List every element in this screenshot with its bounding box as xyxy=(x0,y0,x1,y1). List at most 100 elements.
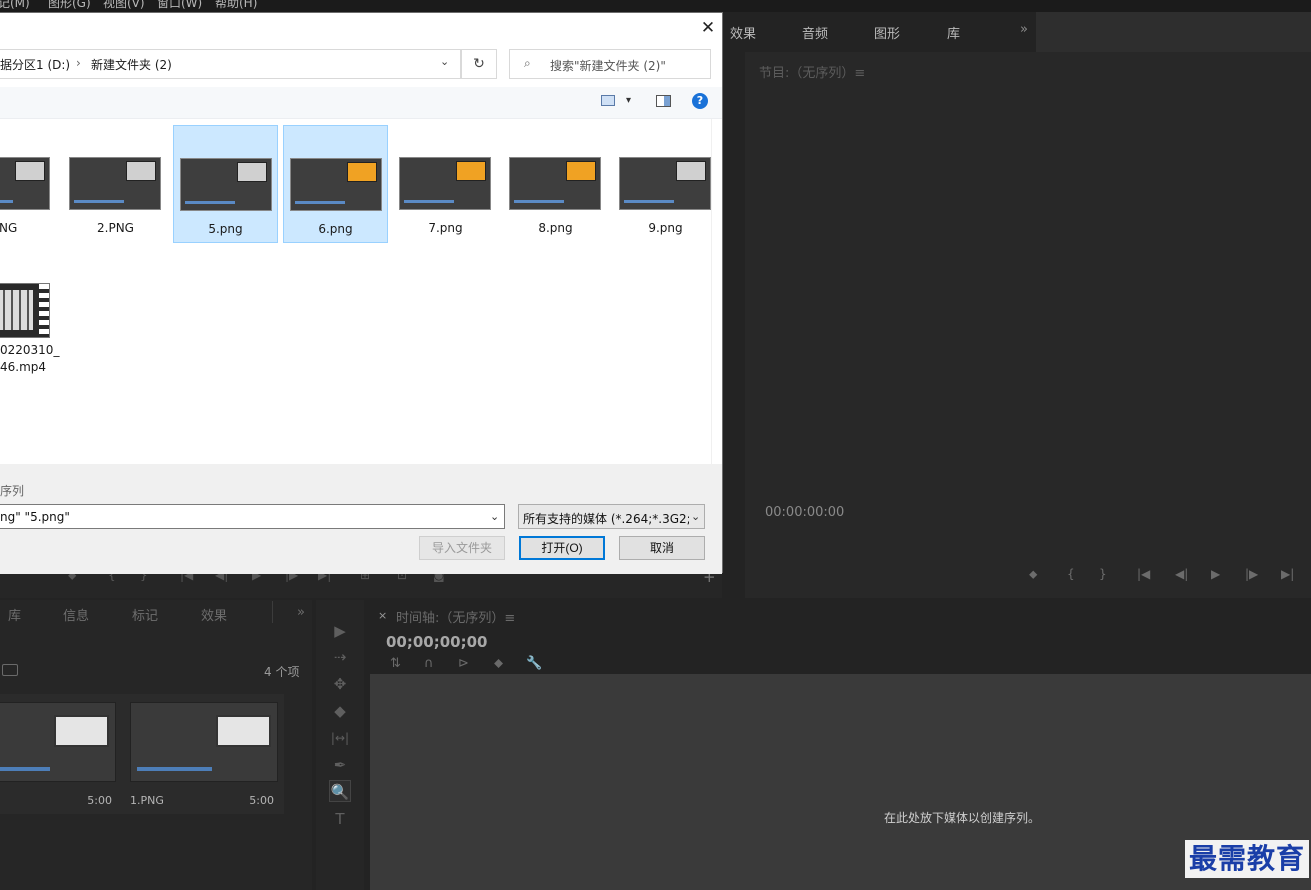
clip-duration: 5:00 xyxy=(87,794,112,807)
file-item[interactable]: 2.PNG xyxy=(63,125,168,243)
workspace-more-icon[interactable]: » xyxy=(1020,22,1028,37)
file-item-selected[interactable]: 6.png xyxy=(283,125,388,243)
clip-duration: 5:00 xyxy=(249,794,274,807)
timeline-drop-hint: 在此处放下媒体以创建序列。 xyxy=(884,811,1041,825)
chevron-down-icon[interactable]: ⌄ xyxy=(490,510,499,523)
file-thumbnail xyxy=(0,157,50,210)
timeline-drop-area[interactable] xyxy=(370,674,1311,890)
file-thumbnail xyxy=(69,157,161,210)
breadcrumb-folder[interactable]: 新建文件夹 (2) xyxy=(91,56,172,73)
preview-pane-icon[interactable] xyxy=(656,95,671,107)
app-menubar: 记(M) 图形(G) 视图(V) 窗口(W) 帮助(H) xyxy=(0,0,1311,12)
type-tool-icon[interactable]: T xyxy=(329,808,351,830)
add-marker-icon[interactable]: ⬥ xyxy=(1029,567,1037,582)
chevron-down-icon[interactable]: ⌄ xyxy=(691,510,700,523)
file-name: PNG xyxy=(0,221,18,235)
file-name: 2.PNG xyxy=(97,221,134,235)
view-mode-icon[interactable] xyxy=(601,95,615,106)
file-type-value: 所有支持的媒体 (*.264;*.3G2;* xyxy=(523,512,689,526)
view-dropdown-icon[interactable]: ▾ xyxy=(626,95,631,106)
tab-audio[interactable]: 音频 xyxy=(802,23,828,42)
file-item[interactable]: 8.png xyxy=(503,125,608,243)
file-thumbnail xyxy=(399,157,491,210)
snap-icon[interactable]: ∩ xyxy=(424,656,434,671)
file-item[interactable]: 7.png xyxy=(393,125,498,243)
project-clip[interactable]: 1.PNG 5:00 xyxy=(122,694,284,814)
add-marker-icon[interactable]: ⬥ xyxy=(494,656,503,671)
file-name: 6.png xyxy=(318,222,353,236)
menu-item-marker[interactable]: 记(M) xyxy=(0,0,30,11)
workspace-bar-fill xyxy=(1036,12,1311,52)
folder-icon[interactable] xyxy=(2,664,18,676)
go-to-out-icon[interactable]: ▶| xyxy=(1281,567,1294,581)
selection-tool-icon[interactable]: ▶ xyxy=(329,620,351,642)
chevron-down-icon[interactable]: ⌄ xyxy=(440,55,449,68)
menu-item-window[interactable]: 窗口(W) xyxy=(157,0,202,11)
program-transport-controls: ⬥ { } |◀ ◀| ▶ |▶ ▶| xyxy=(1015,567,1305,587)
import-file-dialog: ✕ 据分区1 (D:) › 新建文件夹 (2) ⌄ ↻ ⌕ 搜索"新建文件夹 (… xyxy=(0,12,723,574)
open-button[interactable]: 打开(O) xyxy=(519,536,605,560)
mark-out-icon[interactable]: } xyxy=(1099,567,1107,581)
razor-tool-icon[interactable]: ◆ xyxy=(329,700,351,722)
zoom-tool-icon[interactable]: 🔍 xyxy=(329,780,351,802)
track-select-tool-icon[interactable]: ⇢ xyxy=(329,646,351,668)
menu-item-view[interactable]: 视图(V) xyxy=(103,0,145,11)
tab-library[interactable]: 库 xyxy=(947,23,960,42)
nest-icon[interactable]: ⇅ xyxy=(390,656,401,671)
file-name: 9.png xyxy=(648,221,683,235)
project-item-count: 4 个项 xyxy=(264,665,300,679)
video-file-name-line1[interactable]: 0220310_ xyxy=(0,343,59,357)
cancel-button[interactable]: 取消 xyxy=(619,536,705,560)
tab-libraries[interactable]: 库 xyxy=(8,605,21,624)
filename-field[interactable]: ng" "5.png" ⌄ xyxy=(0,504,505,529)
wrench-icon[interactable]: 🔧 xyxy=(526,656,542,671)
project-clip[interactable]: 5:00 xyxy=(0,694,122,814)
slip-tool-icon[interactable]: |↔| xyxy=(329,727,351,749)
import-folder-button[interactable]: 导入文件夹 xyxy=(419,536,505,560)
workspace-tabs: 效果 音频 图形 库 » xyxy=(722,12,1311,52)
breadcrumb-drive[interactable]: 据分区1 (D:) xyxy=(0,56,70,73)
mark-in-icon[interactable]: { xyxy=(1067,567,1075,581)
video-file-name-line2[interactable]: 46.mp4 xyxy=(0,360,46,374)
timeline-timecode[interactable]: 00;00;00;00 xyxy=(386,633,488,651)
tab-graphics[interactable]: 图形 xyxy=(874,23,900,42)
file-thumbnail xyxy=(509,157,601,210)
video-file-thumbnail[interactable] xyxy=(0,283,50,338)
clip-thumbnail xyxy=(130,702,278,782)
step-back-icon[interactable]: ◀| xyxy=(1175,567,1188,581)
help-icon[interactable]: ? xyxy=(692,93,708,109)
address-bar[interactable]: 据分区1 (D:) › 新建文件夹 (2) ⌄ xyxy=(0,49,461,79)
project-more-icon[interactable]: » xyxy=(297,605,305,620)
timeline-close-icon[interactable]: × xyxy=(378,609,387,622)
linked-selection-icon[interactable]: ⊳ xyxy=(458,656,469,671)
step-forward-icon[interactable]: |▶ xyxy=(1245,567,1258,581)
close-icon[interactable]: ✕ xyxy=(699,17,717,39)
menu-item-help[interactable]: 帮助(H) xyxy=(215,0,257,11)
file-item[interactable]: PNG xyxy=(0,125,57,243)
pen-tool-icon[interactable]: ✒ xyxy=(329,754,351,776)
tab-project-effects[interactable]: 效果 xyxy=(201,605,227,624)
file-thumbnail xyxy=(180,158,272,211)
image-sequence-label[interactable]: 序列 xyxy=(0,482,24,499)
go-to-in-icon[interactable]: |◀ xyxy=(1137,567,1150,581)
timeline-title[interactable]: 时间轴:（无序列）≡ xyxy=(396,607,515,626)
tab-info[interactable]: 信息 xyxy=(63,605,89,624)
search-icon: ⌕ xyxy=(524,56,531,70)
program-timecode[interactable]: 00:00:00:00 xyxy=(765,505,844,520)
file-item[interactable]: 9.png xyxy=(613,125,718,243)
search-input[interactable]: ⌕ 搜索"新建文件夹 (2)" xyxy=(509,49,711,79)
program-monitor-title[interactable]: 节目:（无序列）≡ xyxy=(759,62,865,81)
tab-markers[interactable]: 标记 xyxy=(132,605,158,624)
refresh-icon[interactable]: ↻ xyxy=(461,49,497,79)
file-name: 8.png xyxy=(538,221,573,235)
filename-value: ng" "5.png" xyxy=(0,510,70,524)
file-type-select[interactable]: 所有支持的媒体 (*.264;*.3G2;* ⌄ xyxy=(518,504,705,529)
tab-effects[interactable]: 效果 xyxy=(730,23,756,42)
file-thumbnail xyxy=(619,157,711,210)
play-icon[interactable]: ▶ xyxy=(1211,567,1220,581)
file-item-selected[interactable]: 5.png xyxy=(173,125,278,243)
ripple-edit-tool-icon[interactable]: ✥ xyxy=(329,673,351,695)
menu-item-graphics[interactable]: 图形(G) xyxy=(48,0,91,11)
program-monitor: 节目:（无序列）≡ 00:00:00:00 ⬥ { } |◀ ◀| ▶ |▶ ▶… xyxy=(745,52,1311,598)
clip-thumbnail xyxy=(0,702,116,782)
